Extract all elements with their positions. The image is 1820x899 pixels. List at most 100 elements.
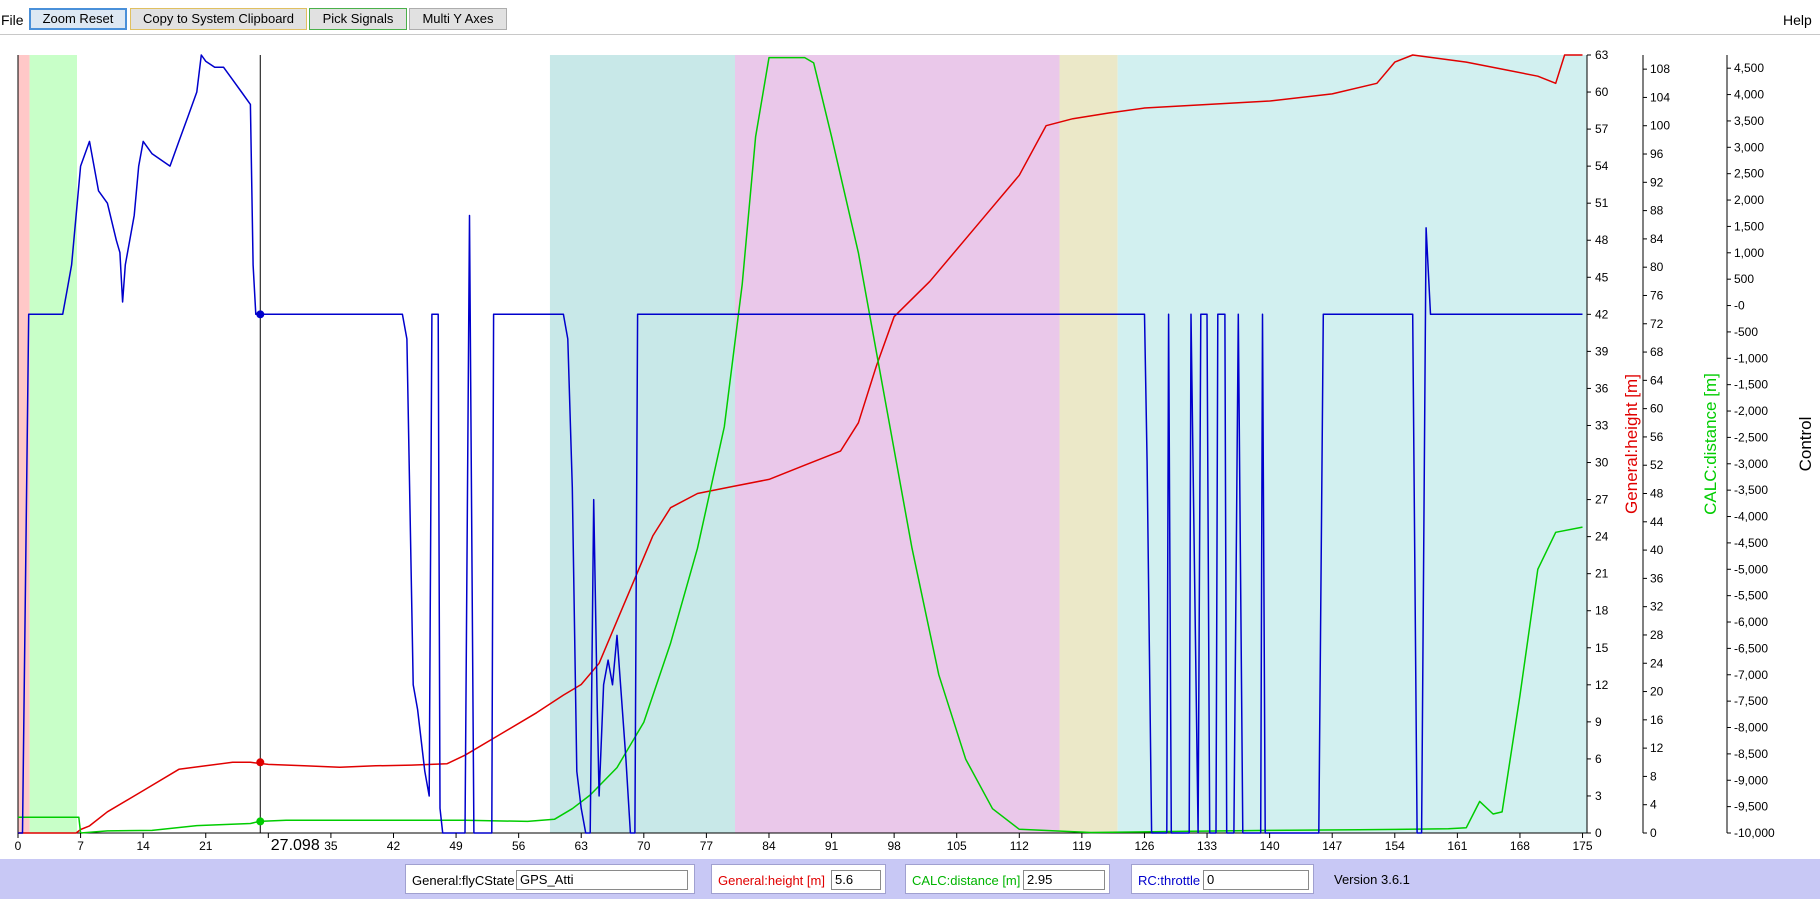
status-height-label: General:height [m]: [718, 873, 825, 888]
x-tick-label: 147: [1322, 839, 1342, 853]
distance-tick-label: -4,000: [1734, 510, 1768, 524]
flight-mode-band: [29, 55, 78, 833]
flight-mode-band: [1059, 55, 1118, 833]
height-tick-label: 36: [1650, 571, 1664, 585]
multi-y-axes-button[interactable]: Multi Y Axes: [409, 8, 507, 30]
x-tick-label: 70: [637, 839, 651, 853]
x-tick-label: 49: [449, 839, 463, 853]
distance-tick-label: 4,500: [1734, 61, 1764, 75]
x-tick-label: 161: [1447, 839, 1467, 853]
height-axis-title: General:height [m]: [1622, 374, 1641, 514]
height-tick-label: 92: [1650, 175, 1664, 189]
log-chart[interactable]: 0 7 14 21 35 42 49 56 63 70 77 84 91 98 105 112 119 126 13…: [0, 34, 1820, 859]
control-tick-label: 57: [1595, 122, 1609, 136]
distance-tick-label: 3,500: [1734, 114, 1764, 128]
distance-tick-label: -9,500: [1734, 800, 1768, 814]
x-tick-label: 98: [887, 839, 901, 853]
distance-tick-label: -6,500: [1734, 641, 1768, 655]
menu-help[interactable]: Help: [1783, 12, 1812, 28]
distance-tick-label: -8,500: [1734, 747, 1768, 761]
status-flyc-label: General:flyCState: [412, 873, 515, 888]
pick-signals-button[interactable]: Pick Signals: [309, 8, 407, 30]
height-tick-label: 76: [1650, 288, 1664, 302]
x-axis: 0 7 14 21 35 42 49 56 63 70 77 84 91 98 105 112 119 126 13…: [15, 833, 1593, 854]
distance-axis-title: CALC:distance [m]: [1701, 373, 1720, 515]
control-tick-label: 24: [1595, 530, 1609, 544]
status-distance-value[interactable]: 2.95: [1023, 870, 1105, 890]
control-tick-label: 6: [1595, 752, 1602, 766]
x-tick-label: 175: [1573, 839, 1593, 853]
control-tick-label: 33: [1595, 418, 1609, 432]
x-tick-label: 168: [1510, 839, 1530, 853]
x-tick-label: 105: [947, 839, 967, 853]
x-tick-label: 63: [575, 839, 589, 853]
cursor-time-label: 27.098: [271, 837, 320, 854]
distance-tick-label: -4,500: [1734, 536, 1768, 550]
height-tick-label: 60: [1650, 402, 1664, 416]
y-axes: 0369121518212427303336394245485154576063…: [1586, 48, 1815, 840]
time-cursor: [256, 55, 265, 833]
control-tick-label: 27: [1595, 493, 1609, 507]
copy-clipboard-button[interactable]: Copy to System Clipboard: [130, 8, 307, 30]
height-tick-label: 28: [1650, 628, 1664, 642]
version-label: Version 3.6.1: [1334, 872, 1410, 887]
height-tick-label: 16: [1650, 713, 1664, 727]
flight-mode-band: [735, 55, 1060, 833]
height-tick-label: 8: [1650, 769, 1657, 783]
x-tick-label: 14: [136, 839, 150, 853]
height-tick-label: 24: [1650, 656, 1664, 670]
menu-file[interactable]: File: [1, 12, 24, 28]
zoom-reset-button[interactable]: Zoom Reset: [29, 8, 127, 30]
distance-tick-label: -1,500: [1734, 378, 1768, 392]
x-tick-label: 140: [1260, 839, 1280, 853]
control-tick-label: 39: [1595, 344, 1609, 358]
x-tick-label: 77: [700, 839, 714, 853]
height-tick-label: 100: [1650, 119, 1670, 133]
distance-tick-label: 2,000: [1734, 193, 1764, 207]
x-tick-label: 84: [762, 839, 776, 853]
x-tick-label: 35: [324, 839, 338, 853]
distance-tick-label: -6,000: [1734, 615, 1768, 629]
cursor-dot: [256, 817, 265, 826]
height-tick-label: 80: [1650, 260, 1664, 274]
height-tick-label: 40: [1650, 543, 1664, 557]
status-bar: General:flyCState GPS_Atti General:heigh…: [0, 859, 1820, 899]
distance-tick-label: 3,000: [1734, 140, 1764, 154]
flight-mode-band: [549, 55, 736, 833]
height-tick-label: 48: [1650, 487, 1664, 501]
x-tick-label: 56: [512, 839, 526, 853]
x-tick-label: 126: [1134, 839, 1154, 853]
control-tick-label: 63: [1595, 48, 1609, 62]
x-tick-label: 0: [15, 839, 22, 853]
status-height-value[interactable]: 5.6: [831, 870, 881, 890]
status-distance-label: CALC:distance [m]: [912, 873, 1021, 888]
height-tick-label: 20: [1650, 685, 1664, 699]
x-tick-label: 42: [387, 839, 401, 853]
distance-tick-label: -2,500: [1734, 430, 1768, 444]
status-height-panel: General:height [m] 5.6: [711, 864, 886, 894]
control-tick-label: 42: [1595, 307, 1609, 321]
height-tick-label: 84: [1650, 232, 1664, 246]
control-tick-label: 15: [1595, 641, 1609, 655]
height-tick-label: 104: [1650, 90, 1670, 104]
control-axis-title: Control: [1796, 417, 1815, 472]
control-tick-label: 51: [1595, 196, 1609, 210]
distance-tick-label: -5,000: [1734, 562, 1768, 576]
x-tick-label: 154: [1385, 839, 1405, 853]
distance-tick-label: -2,000: [1734, 404, 1768, 418]
control-tick-label: 3: [1595, 789, 1602, 803]
flight-mode-bands: [18, 55, 1587, 833]
distance-tick-label: 4,000: [1734, 88, 1764, 102]
height-tick-label: 0: [1650, 826, 1657, 840]
status-flyc-panel: General:flyCState GPS_Atti: [405, 864, 695, 894]
cursor-dot: [256, 310, 265, 319]
height-tick-label: 72: [1650, 317, 1664, 331]
distance-tick-label: -10,000: [1734, 826, 1775, 840]
menu-bar: File Zoom Reset Copy to System Clipboard…: [0, 0, 1820, 35]
distance-tick-label: -5,500: [1734, 589, 1768, 603]
distance-tick-label: -8,000: [1734, 721, 1768, 735]
height-tick-label: 12: [1650, 741, 1664, 755]
status-throttle-label: RC:throttle: [1138, 873, 1201, 888]
status-flyc-value[interactable]: GPS_Atti: [516, 870, 688, 890]
status-throttle-value[interactable]: 0: [1203, 870, 1309, 890]
